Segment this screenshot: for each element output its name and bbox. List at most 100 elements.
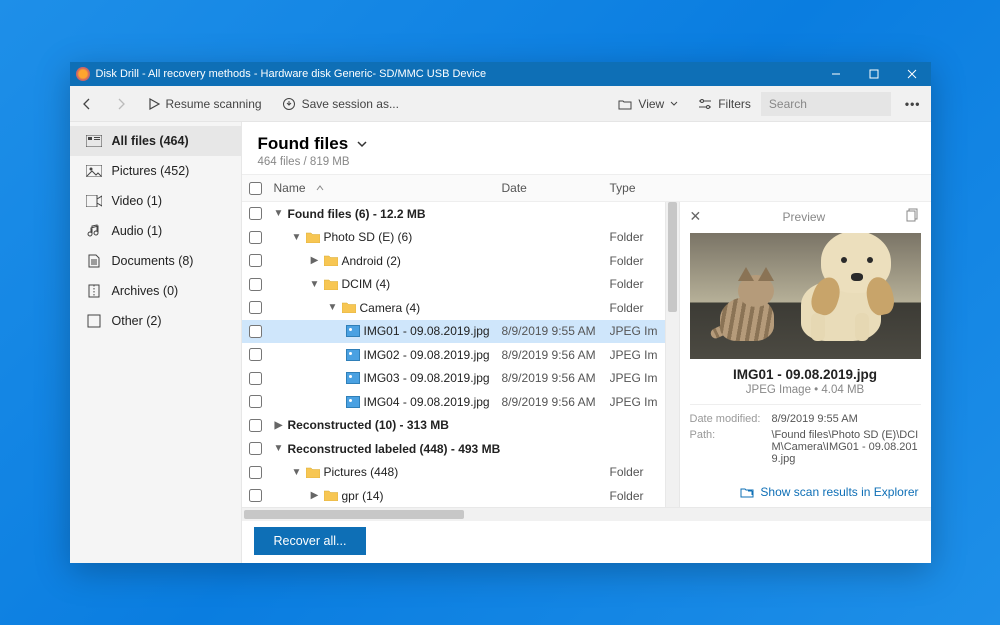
meta-date-value: 8/9/2019 9:55 AM [772, 413, 921, 425]
row-type: Folder [610, 489, 658, 503]
group-row[interactable]: ▼Found files (6) - 12.2 MB [242, 202, 665, 226]
more-button[interactable]: ••• [895, 86, 931, 122]
row-checkbox[interactable] [249, 254, 262, 267]
folder-row[interactable]: ▼Photo SD (E) (6)Folder [242, 226, 665, 250]
group-row[interactable]: ▶Reconstructed (10) - 313 MB [242, 414, 665, 438]
column-type[interactable]: Type [610, 181, 658, 195]
sidebar-item-pictures[interactable]: Pictures (452) [70, 156, 241, 186]
sidebar-item-label: Documents (8) [112, 254, 194, 268]
documents-icon [86, 254, 102, 268]
row-type: JPEG Image [610, 395, 658, 409]
scrollbar-thumb[interactable] [668, 202, 677, 312]
back-button[interactable] [70, 86, 104, 122]
row-checkbox[interactable] [249, 325, 262, 338]
folder-row[interactable]: ▼Pictures (448)Folder [242, 461, 665, 485]
row-checkbox[interactable] [249, 442, 262, 455]
meta-path-value: \Found files\Photo SD (E)\DCIM\Camera\IM… [772, 429, 921, 465]
preview-subtitle: JPEG Image • 4.04 MB [690, 384, 921, 405]
vertical-scrollbar[interactable] [665, 202, 679, 507]
file-row[interactable]: IMG01 - 09.08.2019.jpg8/9/2019 9:55 AMJP… [242, 320, 665, 344]
row-name: IMG03 - 09.08.2019.jpg [364, 371, 490, 385]
chevron-down-icon [356, 138, 368, 150]
row-checkbox[interactable] [249, 231, 262, 244]
sidebar-item-label: Audio (1) [112, 224, 163, 238]
copy-icon[interactable] [906, 208, 920, 225]
sidebar-item-archives[interactable]: Archives (0) [70, 276, 241, 306]
row-checkbox[interactable] [249, 372, 262, 385]
group-row[interactable]: ▼Reconstructed labeled (448) - 493 MB [242, 437, 665, 461]
forward-button[interactable] [104, 86, 138, 122]
sidebar-item-documents[interactable]: Documents (8) [70, 246, 241, 276]
folder-row[interactable]: ▶gpr (14)Folder [242, 484, 665, 507]
app-icon [76, 67, 90, 81]
column-name[interactable]: Name [270, 181, 502, 195]
show-in-explorer-link[interactable]: Show scan results in Explorer [680, 477, 931, 507]
folder-row[interactable]: ▼Camera (4)Folder [242, 296, 665, 320]
row-checkbox[interactable] [249, 489, 262, 502]
toolbar: Resume scanning Save session as... View … [70, 86, 931, 122]
row-checkbox[interactable] [249, 419, 262, 432]
sidebar-item-label: Archives (0) [112, 284, 179, 298]
save-icon [282, 97, 296, 111]
row-checkbox[interactable] [249, 348, 262, 361]
folder-row[interactable]: ▶Android (2)Folder [242, 249, 665, 273]
sidebar: All files (464) Pictures (452) Video (1) Au… [70, 122, 242, 563]
view-dropdown[interactable]: View [608, 86, 688, 122]
row-name: IMG01 - 09.08.2019.jpg [364, 324, 490, 338]
column-date[interactable]: Date [502, 181, 610, 195]
maximize-button[interactable] [855, 62, 893, 86]
sidebar-item-files[interactable]: All files (464) [70, 126, 241, 156]
close-button[interactable] [893, 62, 931, 86]
file-row[interactable]: IMG02 - 09.08.2019.jpg 8/9/2019 9:56 AMJP… [242, 343, 665, 367]
app-window: Disk Drill - All recovery methods - Hard… [70, 62, 931, 563]
close-preview-button[interactable]: ✕ [690, 208, 702, 225]
row-checkbox[interactable] [249, 207, 262, 220]
row-date: 8/9/2019 9:56 AM [502, 395, 610, 409]
resume-scanning-button[interactable]: Resume scanning [138, 86, 272, 122]
row-date: 8/9/2019 9:56 AM [502, 348, 610, 362]
resume-label: Resume scanning [166, 97, 262, 111]
row-name: IMG02 - 09.08.2019.jpg [364, 348, 490, 362]
minimize-button[interactable] [817, 62, 855, 86]
row-name: DCIM (4) [342, 277, 391, 291]
folder-row[interactable]: ▼DCIM (4)Folder [242, 273, 665, 297]
sidebar-item-label: Pictures (452) [112, 164, 190, 178]
save-session-button[interactable]: Save session as... [272, 86, 409, 122]
files-icon [86, 134, 102, 148]
row-checkbox[interactable] [249, 466, 262, 479]
found-files-heading[interactable]: Found files [258, 134, 915, 154]
row-type: JPEG Image [610, 348, 658, 362]
file-row[interactable]: IMG04 - 09.08.2019.jpg8/9/2019 9:56 AMJP… [242, 390, 665, 414]
title-bar: Disk Drill - All recovery methods - Hard… [70, 62, 931, 86]
sidebar-item-label: All files (464) [112, 134, 189, 148]
file-row[interactable]: IMG03 - 09.08.2019.jpg 8/9/2019 9:56 AMJP… [242, 367, 665, 391]
sidebar-item-video[interactable]: Video (1) [70, 186, 241, 216]
row-name: Reconstructed (10) - 313 MB [288, 418, 449, 432]
sort-asc-icon [316, 184, 324, 192]
row-name: Photo SD (E) (6) [324, 230, 413, 244]
sliders-icon [698, 98, 712, 110]
row-checkbox[interactable] [249, 278, 262, 291]
horizontal-scrollbar[interactable] [242, 507, 931, 521]
column-headers: Name Date Type [242, 174, 931, 202]
other-icon [86, 314, 102, 328]
row-type: JPEG Image [610, 324, 658, 338]
search-input[interactable]: Search [761, 92, 891, 116]
select-all-checkbox[interactable] [249, 182, 262, 195]
row-checkbox[interactable] [249, 395, 262, 408]
image-file-icon [346, 349, 360, 361]
scrollbar-thumb[interactable] [244, 510, 464, 519]
filters-button[interactable]: Filters [688, 86, 761, 122]
sidebar-item-audio[interactable]: Audio (1) [70, 216, 241, 246]
play-icon [148, 98, 160, 110]
sidebar-item-other[interactable]: Other (2) [70, 306, 241, 336]
image-file-icon [346, 325, 360, 337]
meta-date-label: Date modified: [690, 413, 772, 425]
recover-all-button[interactable]: Recover all... [254, 527, 367, 555]
row-name: Android (2) [342, 254, 401, 268]
row-type: JPEG Image [610, 371, 658, 385]
row-checkbox[interactable] [249, 301, 262, 314]
preview-panel: ✕ Preview IMG01 - 09.08.2019.jpg JPEG Im… [679, 202, 931, 507]
sidebar-item-label: Video (1) [112, 194, 163, 208]
row-date: 8/9/2019 9:56 AM [502, 371, 610, 385]
